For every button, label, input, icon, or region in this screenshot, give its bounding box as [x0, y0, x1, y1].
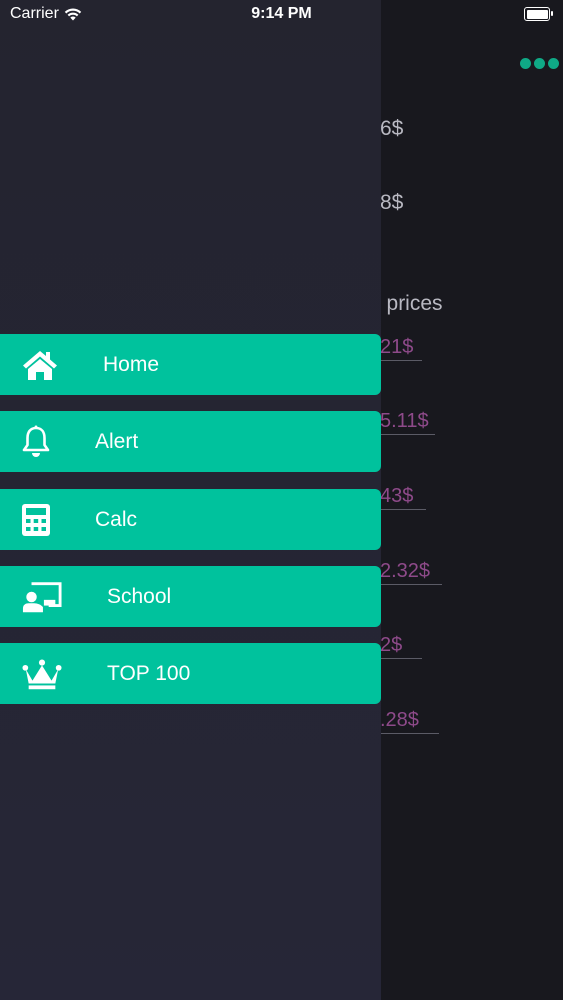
menu-item-label: Alert — [95, 429, 139, 453]
partial-value: 8$ — [380, 191, 404, 214]
price-field[interactable]: 21$ — [380, 336, 422, 361]
price-field[interactable]: 5.11$ — [380, 410, 435, 435]
school-icon — [22, 578, 62, 616]
bell-icon — [16, 423, 56, 461]
menu-item-alert[interactable]: Alert — [0, 411, 381, 472]
menu-item-label: Calc — [95, 507, 138, 531]
menu-item-label: School — [107, 584, 172, 608]
price-field[interactable]: .28$ — [380, 709, 439, 734]
menu-item-home[interactable]: Home — [0, 334, 381, 395]
menu-item-label: Home — [103, 352, 160, 376]
menu-item-school[interactable]: School — [0, 566, 381, 627]
more-options-icon[interactable] — [520, 58, 559, 69]
price-field[interactable]: 43$ — [380, 485, 426, 510]
price-field[interactable]: 2.32$ — [380, 560, 442, 585]
status-bar: Carrier 9:14 PM — [0, 0, 563, 30]
side-drawer: Home Alert Calc School TOP 100 — [0, 0, 381, 1000]
menu-item-calc[interactable]: Calc — [0, 489, 381, 550]
crown-icon — [22, 655, 62, 693]
menu-item-top-100[interactable]: TOP 100 — [0, 643, 381, 704]
battery-icon — [524, 7, 553, 21]
home-icon — [20, 346, 60, 384]
partial-value: 6$ — [380, 117, 404, 140]
menu-item-label: TOP 100 — [107, 661, 191, 685]
status-time: 9:14 PM — [251, 5, 312, 22]
calculator-icon — [16, 501, 56, 539]
price-field[interactable]: 2$ — [380, 634, 422, 659]
